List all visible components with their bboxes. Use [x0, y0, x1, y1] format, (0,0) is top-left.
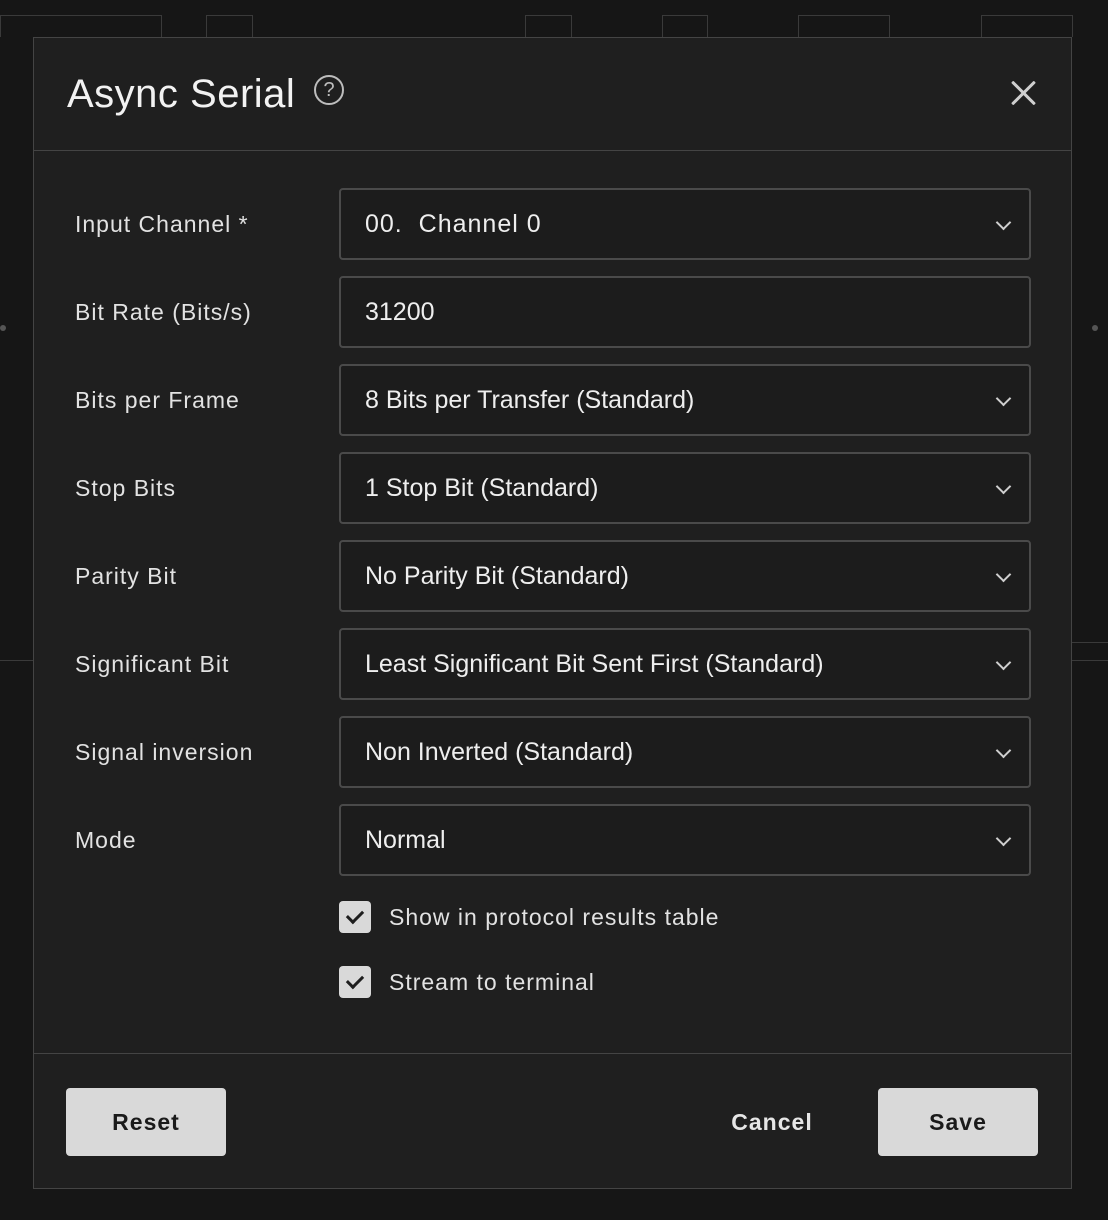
significant-bit-row: Significant Bit Least Significant Bit Se… [34, 628, 1071, 700]
cancel-button[interactable]: Cancel [712, 1088, 832, 1156]
input-channel-label: Input Channel * [75, 211, 249, 237]
stop-bits-label: Stop Bits [75, 475, 177, 501]
dialog-title: Async Serial [67, 72, 296, 116]
chevron-down-icon [995, 478, 1012, 495]
chevron-down-icon [995, 830, 1012, 847]
background-tab [525, 15, 572, 37]
mode-label: Mode [75, 827, 137, 853]
dialog-header: Async Serial ? [34, 38, 1071, 151]
parity-bit-label: Parity Bit [75, 563, 178, 589]
stop-bits-value: 1 Stop Bit (Standard) [365, 474, 599, 502]
bits-per-frame-row: Bits per Frame 8 Bits per Transfer (Stan… [34, 364, 1071, 436]
background-tab [798, 15, 890, 37]
input-channel-value: 00. Channel 0 [365, 210, 542, 238]
input-channel-row: Input Channel * 00. Channel 0 [34, 188, 1071, 260]
bit-rate-label: Bit Rate (Bits/s) [75, 299, 252, 325]
save-button[interactable]: Save [878, 1088, 1038, 1156]
chevron-down-icon [995, 742, 1012, 759]
close-icon[interactable] [1009, 78, 1039, 108]
background-tab [206, 15, 253, 37]
chevron-down-icon [995, 214, 1012, 231]
show-in-results-checkbox[interactable] [339, 901, 371, 933]
significant-bit-label: Significant Bit [75, 651, 230, 677]
signal-inversion-label: Signal inversion [75, 739, 254, 765]
show-in-results-label: Show in protocol results table [389, 904, 720, 930]
significant-bit-select[interactable]: Least Significant Bit Sent First (Standa… [339, 628, 1031, 700]
background-handle [1092, 325, 1098, 331]
signal-inversion-select[interactable]: Non Inverted (Standard) [339, 716, 1031, 788]
mode-value: Normal [365, 826, 446, 854]
stop-bits-row: Stop Bits 1 Stop Bit (Standard) [34, 452, 1071, 524]
mode-row: Mode Normal [34, 804, 1071, 876]
mode-select[interactable]: Normal [339, 804, 1031, 876]
parity-bit-select[interactable]: No Parity Bit (Standard) [339, 540, 1031, 612]
chevron-down-icon [995, 390, 1012, 407]
stop-bits-select[interactable]: 1 Stop Bit (Standard) [339, 452, 1031, 524]
input-channel-select[interactable]: 00. Channel 0 [339, 188, 1031, 260]
dialog-footer: Reset Cancel Save [34, 1053, 1071, 1188]
background-divider [0, 660, 33, 661]
parity-bit-row: Parity Bit No Parity Bit (Standard) [34, 540, 1071, 612]
bit-rate-row: Bit Rate (Bits/s) 31200 [34, 276, 1071, 348]
bit-rate-value: 31200 [365, 298, 435, 326]
stream-to-terminal-checkbox[interactable] [339, 966, 371, 998]
stream-to-terminal-label: Stream to terminal [389, 969, 595, 995]
help-circle-icon[interactable]: ? [314, 75, 344, 105]
chevron-down-icon [995, 654, 1012, 671]
async-serial-dialog: Async Serial ? Input Channel * 00. Chann… [33, 37, 1072, 1189]
background-tab [0, 15, 162, 37]
bit-rate-input[interactable]: 31200 [339, 276, 1031, 348]
bits-per-frame-label: Bits per Frame [75, 387, 240, 413]
reset-button[interactable]: Reset [66, 1088, 226, 1156]
background-tab [981, 15, 1073, 37]
background-divider [1072, 660, 1108, 661]
background-handle [0, 325, 6, 331]
signal-inversion-value: Non Inverted (Standard) [365, 738, 634, 766]
bits-per-frame-select[interactable]: 8 Bits per Transfer (Standard) [339, 364, 1031, 436]
background-tab [662, 15, 708, 37]
significant-bit-value: Least Significant Bit Sent First (Standa… [365, 650, 824, 678]
chevron-down-icon [995, 566, 1012, 583]
background-divider [1072, 642, 1108, 643]
parity-bit-value: No Parity Bit (Standard) [365, 562, 629, 590]
signal-inversion-row: Signal inversion Non Inverted (Standard) [34, 716, 1071, 788]
bits-per-frame-value: 8 Bits per Transfer (Standard) [365, 386, 695, 414]
